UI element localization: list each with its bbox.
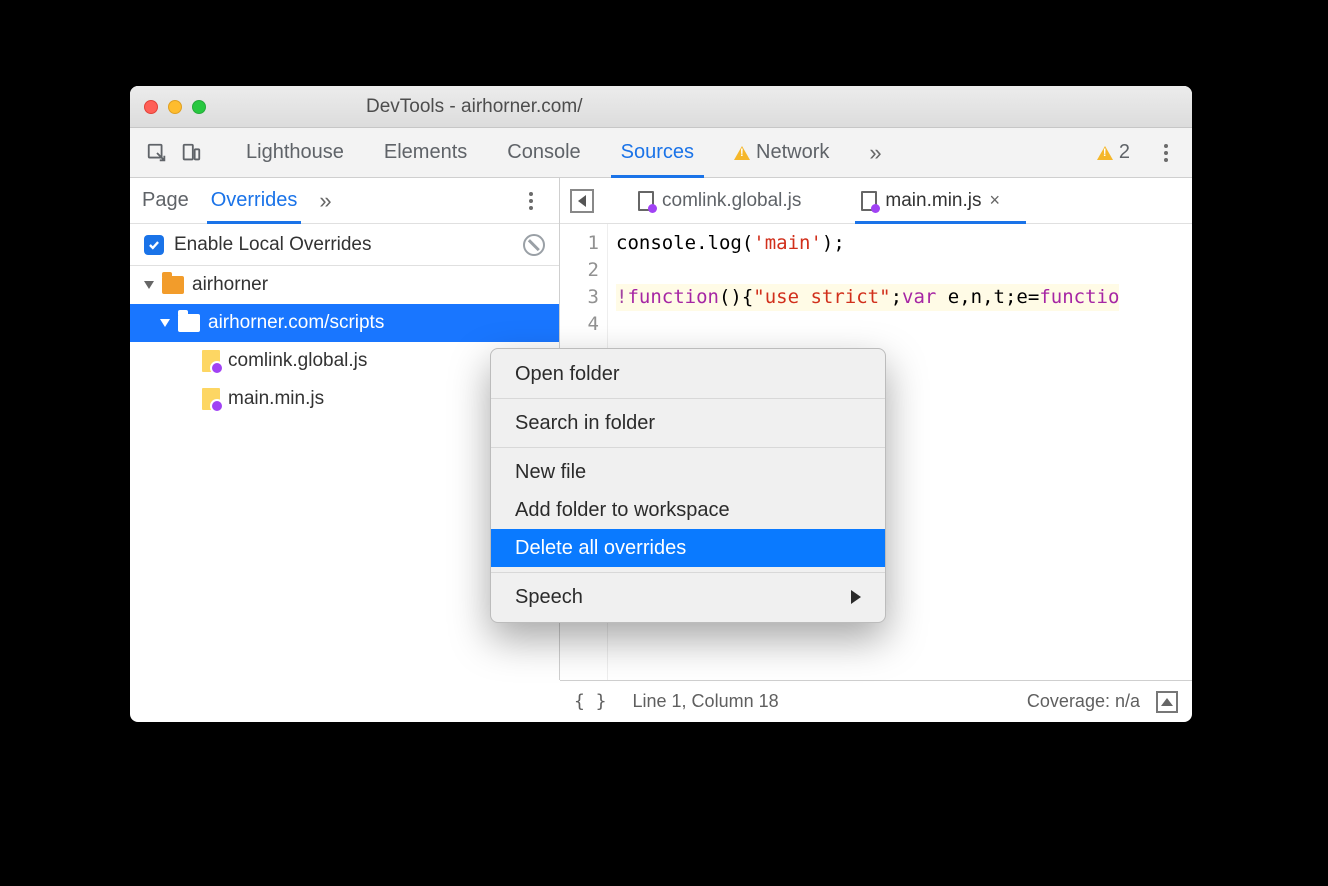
- coverage-status: Coverage: n/a: [1027, 691, 1140, 712]
- minimize-window-button[interactable]: [168, 100, 182, 114]
- enable-overrides-checkbox[interactable]: [144, 235, 164, 255]
- navtab-overrides[interactable]: Overrides: [211, 178, 298, 223]
- cursor-position: Line 1, Column 18: [633, 691, 779, 712]
- context-menu-item[interactable]: Add folder to workspace: [491, 491, 885, 529]
- tabs-overflow[interactable]: »: [849, 128, 901, 177]
- chevron-down-icon: [144, 281, 154, 289]
- folder-icon: [162, 276, 184, 294]
- chevron-left-icon: [578, 195, 586, 207]
- editor-tab[interactable]: comlink.global.js: [632, 178, 807, 223]
- context-menu-item[interactable]: Speech: [491, 578, 885, 616]
- enable-overrides-label: Enable Local Overrides: [174, 234, 372, 256]
- window-title: DevTools - airhorner.com/: [366, 96, 582, 118]
- toggle-navigator-button[interactable]: [570, 189, 594, 213]
- chevron-right-double-icon: »: [319, 188, 331, 214]
- navigator-tabs: Page Overrides »: [130, 178, 559, 224]
- tree-folder-root[interactable]: airhorner: [130, 266, 559, 304]
- context-menu: Open folder Search in folder New fileAdd f…: [490, 348, 886, 623]
- tab-lighthouse[interactable]: Lighthouse: [226, 128, 364, 177]
- close-window-button[interactable]: [144, 100, 158, 114]
- editor-statusbar: { } Line 1, Column 18 Coverage: n/a: [560, 680, 1192, 722]
- tab-console[interactable]: Console: [487, 128, 600, 177]
- context-menu-item[interactable]: New file: [491, 453, 885, 491]
- show-console-button[interactable]: [1156, 691, 1178, 713]
- tab-network[interactable]: Network: [714, 128, 849, 177]
- clear-icon[interactable]: [523, 234, 545, 256]
- pretty-print-button[interactable]: { }: [574, 691, 607, 712]
- tab-sources[interactable]: Sources: [601, 128, 714, 177]
- main-tabstrip: Lighthouse Elements Console Sources Netw…: [130, 128, 1192, 178]
- chevron-up-icon: [1161, 698, 1173, 706]
- folder-icon: [178, 314, 200, 332]
- chevron-right-icon: [851, 590, 861, 604]
- file-icon: [861, 191, 877, 211]
- tab-elements[interactable]: Elements: [364, 128, 487, 177]
- editor-tab-active[interactable]: main.min.js ×: [855, 178, 1006, 223]
- warning-icon: [734, 146, 750, 160]
- enable-overrides-row: Enable Local Overrides: [130, 224, 559, 266]
- zoom-window-button[interactable]: [192, 100, 206, 114]
- chevron-down-icon: [160, 319, 170, 327]
- navigator-menu-button[interactable]: [515, 192, 547, 210]
- close-tab-button[interactable]: ×: [989, 190, 1000, 211]
- window-controls: [144, 100, 206, 114]
- issues-indicator[interactable]: 2: [1077, 128, 1150, 177]
- settings-menu-button[interactable]: [1150, 144, 1182, 162]
- js-file-icon: [202, 388, 220, 410]
- navtab-page[interactable]: Page: [142, 178, 189, 223]
- context-menu-item[interactable]: Search in folder: [491, 404, 885, 442]
- editor-tabs: comlink.global.js main.min.js ×: [560, 178, 1192, 224]
- navtabs-overflow[interactable]: »: [319, 178, 331, 223]
- tree-folder-selected[interactable]: airhorner.com/scripts: [130, 304, 559, 342]
- js-file-icon: [202, 350, 220, 372]
- file-icon: [638, 191, 654, 211]
- warning-icon: [1097, 146, 1113, 160]
- inspect-icon[interactable]: [140, 136, 174, 170]
- context-menu-item[interactable]: Delete all overrides: [491, 529, 885, 567]
- titlebar: DevTools - airhorner.com/: [130, 86, 1192, 128]
- context-menu-item[interactable]: Open folder: [491, 355, 885, 393]
- chevron-right-double-icon: »: [869, 140, 881, 166]
- device-toolbar-icon[interactable]: [174, 136, 208, 170]
